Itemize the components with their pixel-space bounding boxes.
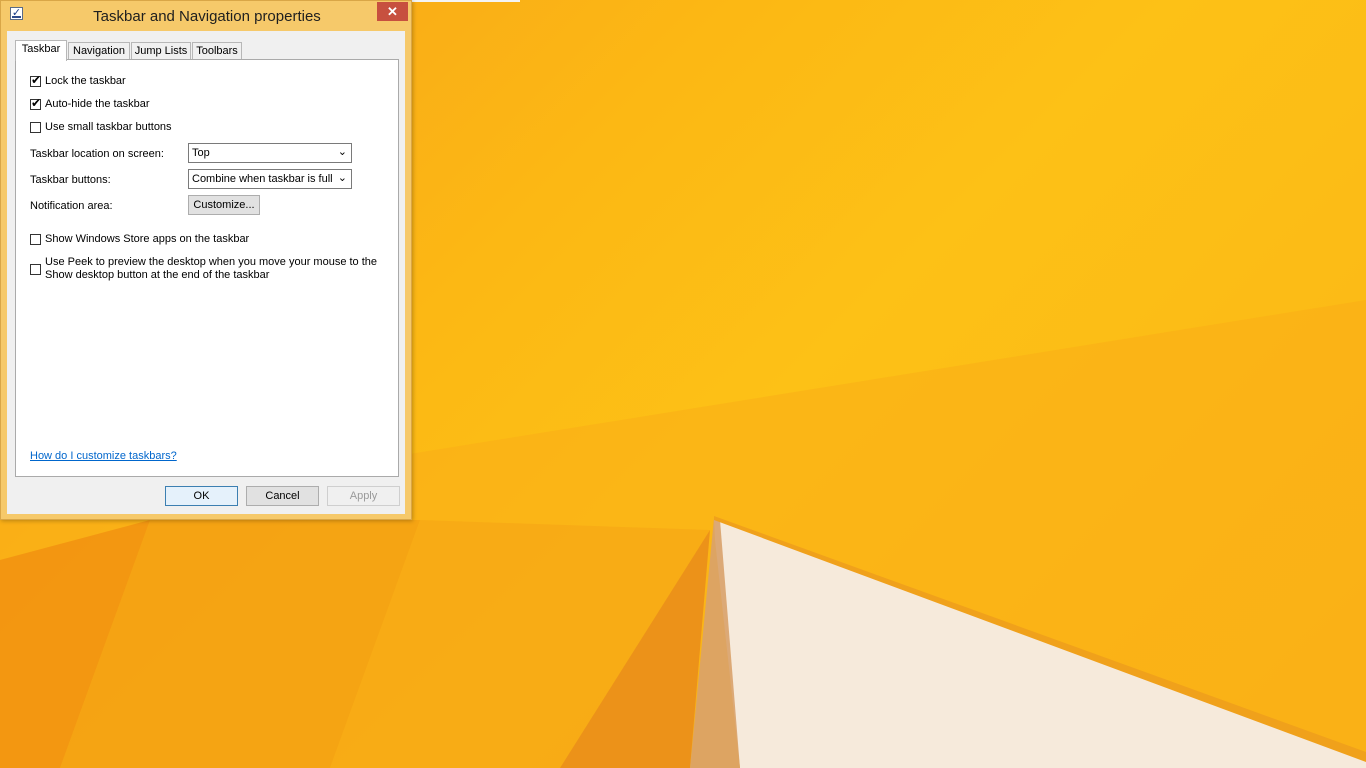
taskbar-buttons-value: Combine when taskbar is full (192, 173, 333, 185)
peek-label-line1: Use Peek to preview the desktop when you… (45, 256, 378, 268)
tab-navigation[interactable]: Navigation (68, 42, 130, 60)
notification-area-label: Notification area: (30, 200, 113, 212)
tab-taskbar[interactable]: Taskbar (15, 40, 67, 61)
checkbox-box[interactable] (30, 122, 41, 133)
chevron-down-icon: ⌄ (337, 146, 347, 158)
peek-label-line2: Show desktop button at the end of the ta… (45, 269, 270, 281)
peek-checkbox[interactable]: Use Peek to preview the desktop when you… (30, 255, 377, 283)
ok-button[interactable]: OK (165, 486, 238, 506)
customize-button[interactable]: Customize... (188, 195, 260, 215)
checkbox-box[interactable]: ✔ (30, 96, 42, 110)
checkbox-label: Use Peek to preview the desktop when you… (45, 256, 377, 282)
checkmark-icon: ✔ (31, 73, 42, 87)
checkbox-label: Show Windows Store apps on the taskbar (45, 233, 250, 245)
checkbox-box[interactable] (30, 264, 41, 275)
checkmark-icon: ✔ (31, 96, 42, 110)
taskbar-buttons-dropdown[interactable]: Combine when taskbar is full ⌄ (188, 169, 352, 189)
taskbar-tab-panel: ✔ Lock the taskbar ✔ Auto-hide the taskb… (15, 59, 399, 477)
location-value: Top (192, 147, 210, 159)
tab-jump-lists[interactable]: Jump Lists (131, 42, 191, 60)
checkbox-label: Lock the taskbar (45, 75, 126, 87)
apply-button[interactable]: Apply (327, 486, 400, 506)
location-label: Taskbar location on screen: (30, 148, 164, 160)
taskbar-buttons-label: Taskbar buttons: (30, 174, 111, 186)
taskbar-properties-dialog: ✓ Taskbar and Navigation properties ✕ Ta… (0, 0, 412, 520)
window-title: Taskbar and Navigation properties (93, 8, 321, 25)
checkbox-label: Auto-hide the taskbar (45, 98, 150, 110)
tab-toolbars[interactable]: Toolbars (192, 42, 242, 60)
small-buttons-checkbox[interactable]: Use small taskbar buttons (30, 121, 172, 135)
help-link[interactable]: How do I customize taskbars? (30, 450, 177, 462)
title-bar[interactable]: ✓ Taskbar and Navigation properties ✕ (1, 1, 411, 31)
auto-hide-checkbox[interactable]: ✔ Auto-hide the taskbar (30, 96, 150, 112)
lock-taskbar-checkbox[interactable]: ✔ Lock the taskbar (30, 73, 126, 89)
checkbox-label: Use small taskbar buttons (45, 121, 172, 133)
chevron-down-icon: ⌄ (337, 172, 347, 184)
close-button[interactable]: ✕ (377, 2, 408, 21)
checkbox-box[interactable] (30, 234, 41, 245)
cancel-button[interactable]: Cancel (246, 486, 319, 506)
checkbox-box[interactable]: ✔ (30, 73, 42, 87)
store-apps-checkbox[interactable]: Show Windows Store apps on the taskbar (30, 233, 249, 247)
dialog-client-area: Taskbar Navigation Jump Lists Toolbars ✔… (7, 31, 405, 514)
location-dropdown[interactable]: Top ⌄ (188, 143, 352, 163)
